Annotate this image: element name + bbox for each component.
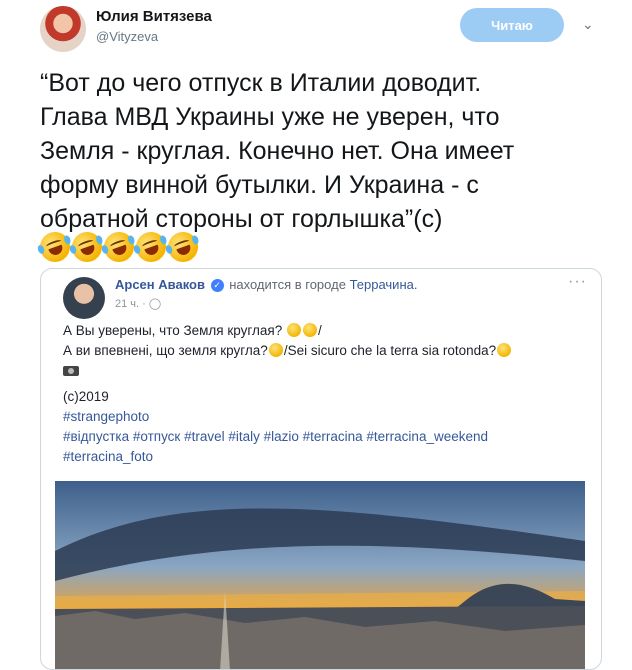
fb-line-1: А Вы уверены, что Земля круглая? / (63, 323, 322, 338)
laughing-emoji-icon (67, 227, 107, 267)
verified-icon: ✓ (210, 279, 224, 292)
laughing-emoji-icon (131, 227, 171, 267)
laughing-emoji-icon (35, 227, 75, 267)
laughing-emoji-icon (99, 227, 139, 267)
author-name[interactable]: Юлия Витязева (96, 8, 212, 25)
camera-emoji-icon (63, 366, 79, 376)
fb-post-body: А Вы уверены, что Земля круглая? / А ви … (63, 321, 593, 467)
chevron-down-icon[interactable]: ⌄ (582, 16, 594, 33)
fb-post-meta: 21 ч. · ◯ (115, 298, 162, 310)
fb-location: Террачина. (349, 277, 418, 292)
author-handle[interactable]: @Vityzeva (96, 29, 158, 44)
tweet-text: “Вот до чего отпуск в Италии доводит. Гл… (40, 69, 515, 233)
hashtag-terracina-foto: #terracina_foto (63, 449, 154, 464)
laughing-emoji-icon (163, 227, 203, 267)
author-avatar[interactable] (40, 6, 86, 52)
globe-icon: ◯ (148, 298, 162, 310)
more-dots-icon: ··· (568, 273, 587, 290)
hashtag-list: #відпустка #отпуск #travel #italy #lazio… (63, 429, 488, 444)
rolling-eyes-emoji-icon (286, 323, 301, 337)
fb-line-3 (63, 361, 593, 381)
fb-post-header: Арсен Аваков ✓ находится в городе Террач… (115, 277, 417, 292)
fb-author-avatar (63, 277, 105, 319)
follow-button[interactable]: Читаю (460, 8, 564, 42)
wink-emoji-icon (268, 343, 283, 357)
hashtag-strangephoto: #strangephoto (63, 409, 150, 424)
fb-author-name: Арсен Аваков (115, 277, 205, 292)
fb-location-prefix: находится в городе (229, 277, 346, 292)
embedded-screenshot-card[interactable]: Арсен Аваков ✓ находится в городе Террач… (40, 268, 602, 670)
sunset-photo (55, 481, 585, 669)
smile-emoji-icon (302, 323, 317, 337)
emoji-row (35, 227, 203, 267)
fb-copyright: (c)2019 (63, 389, 109, 404)
smile-emoji-icon (497, 343, 512, 357)
fb-post-time: 21 ч. (115, 298, 140, 310)
fb-line-2: А ви впевнені, що земля кругла?/Sei sicu… (63, 341, 593, 361)
